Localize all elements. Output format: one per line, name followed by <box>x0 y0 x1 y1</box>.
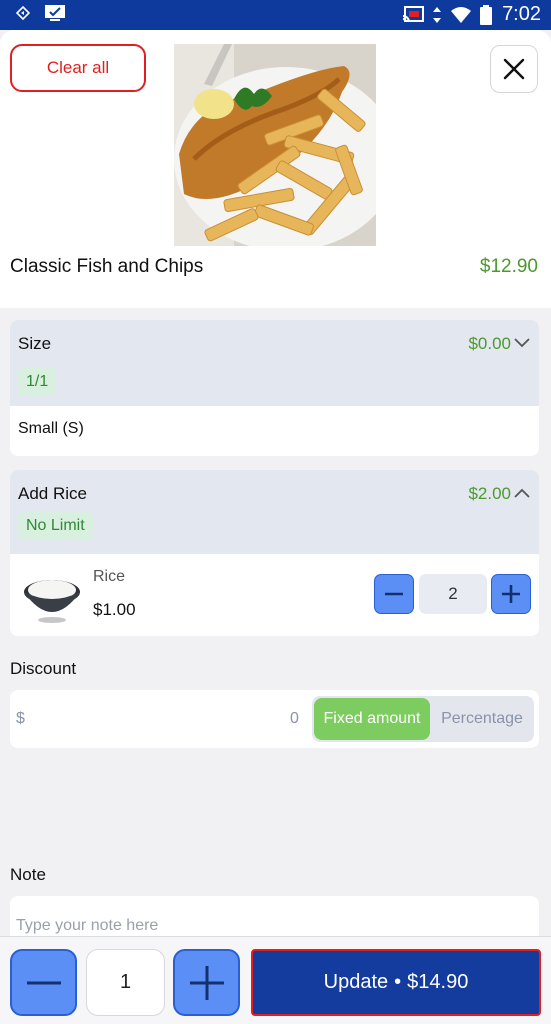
product-price: $12.90 <box>479 256 538 277</box>
minus-icon <box>385 592 403 596</box>
cast-icon <box>402 5 425 22</box>
size-group-title: Size <box>18 334 52 353</box>
wifi-icon <box>451 6 472 23</box>
size-group-badge: 1/1 <box>18 368 57 396</box>
quantity-value[interactable]: 1 <box>86 949 165 1016</box>
quantity-increment-button[interactable] <box>173 949 240 1016</box>
discount-field[interactable]: $ 0 Fixed amount Percentage <box>10 690 539 748</box>
size-option-group: Size $0.00 1/1 Small (S) <box>10 320 539 456</box>
size-selected-row[interactable]: Small (S) <box>10 406 539 456</box>
update-total: $14.90 <box>407 971 469 993</box>
close-icon <box>503 58 525 80</box>
size-group-price: $0.00 <box>468 334 511 353</box>
product-name: Classic Fish and Chips <box>10 256 204 277</box>
rice-quantity[interactable]: 2 <box>419 574 487 614</box>
rice-item-row: Rice $1.00 2 <box>10 554 539 636</box>
discount-currency: $ <box>16 710 25 727</box>
plus-icon <box>502 585 520 603</box>
battery-icon <box>480 4 493 25</box>
clear-all-button[interactable]: Clear all <box>10 44 146 92</box>
rice-bowl-image <box>24 580 80 623</box>
product-image <box>174 44 376 246</box>
note-input[interactable] <box>10 896 539 936</box>
minus-icon <box>26 981 61 984</box>
discount-type-toggle: Fixed amount Percentage <box>312 696 534 742</box>
rice-increment-button[interactable] <box>491 574 531 614</box>
rice-group-title: Add Rice <box>18 484 87 503</box>
chevron-down-icon[interactable] <box>513 334 531 352</box>
quantity-decrement-button[interactable] <box>10 949 77 1016</box>
rice-group-header[interactable]: Add Rice $2.00 No Limit <box>10 470 539 554</box>
update-button[interactable]: Update • $14.90 <box>251 949 541 1016</box>
note-field <box>10 896 539 936</box>
fixed-amount-option[interactable]: Fixed amount <box>314 698 430 740</box>
note-label: Note <box>10 865 46 884</box>
navigation-diamond-icon <box>16 6 30 20</box>
status-bar: 7:02 <box>0 0 551 30</box>
chevron-up-icon[interactable] <box>513 484 531 502</box>
screen-check-icon <box>45 5 65 21</box>
plus-icon <box>189 965 224 1000</box>
discount-label: Discount <box>10 659 77 678</box>
status-time: 7:02 <box>502 3 541 25</box>
percentage-option[interactable]: Percentage <box>430 698 534 740</box>
rice-item-name: Rice <box>93 568 126 585</box>
size-group-header[interactable]: Size $0.00 1/1 <box>10 320 539 406</box>
close-button[interactable] <box>490 45 538 93</box>
size-selected-option: Small (S) <box>18 420 84 437</box>
bottom-action-bar: 1 Update • $14.90 <box>0 936 551 1024</box>
data-arrows-icon <box>433 6 442 23</box>
rice-group-badge: No Limit <box>18 512 93 540</box>
rice-group-price: $2.00 <box>468 484 511 503</box>
rice-item-price: $1.00 <box>93 600 136 619</box>
update-label: Update <box>323 971 389 993</box>
update-separator: • <box>394 971 402 993</box>
rice-decrement-button[interactable] <box>374 574 414 614</box>
discount-amount-input[interactable]: 0 <box>290 710 299 728</box>
rice-option-group: Add Rice $2.00 No Limit Rice $1.00 2 <box>10 470 539 636</box>
